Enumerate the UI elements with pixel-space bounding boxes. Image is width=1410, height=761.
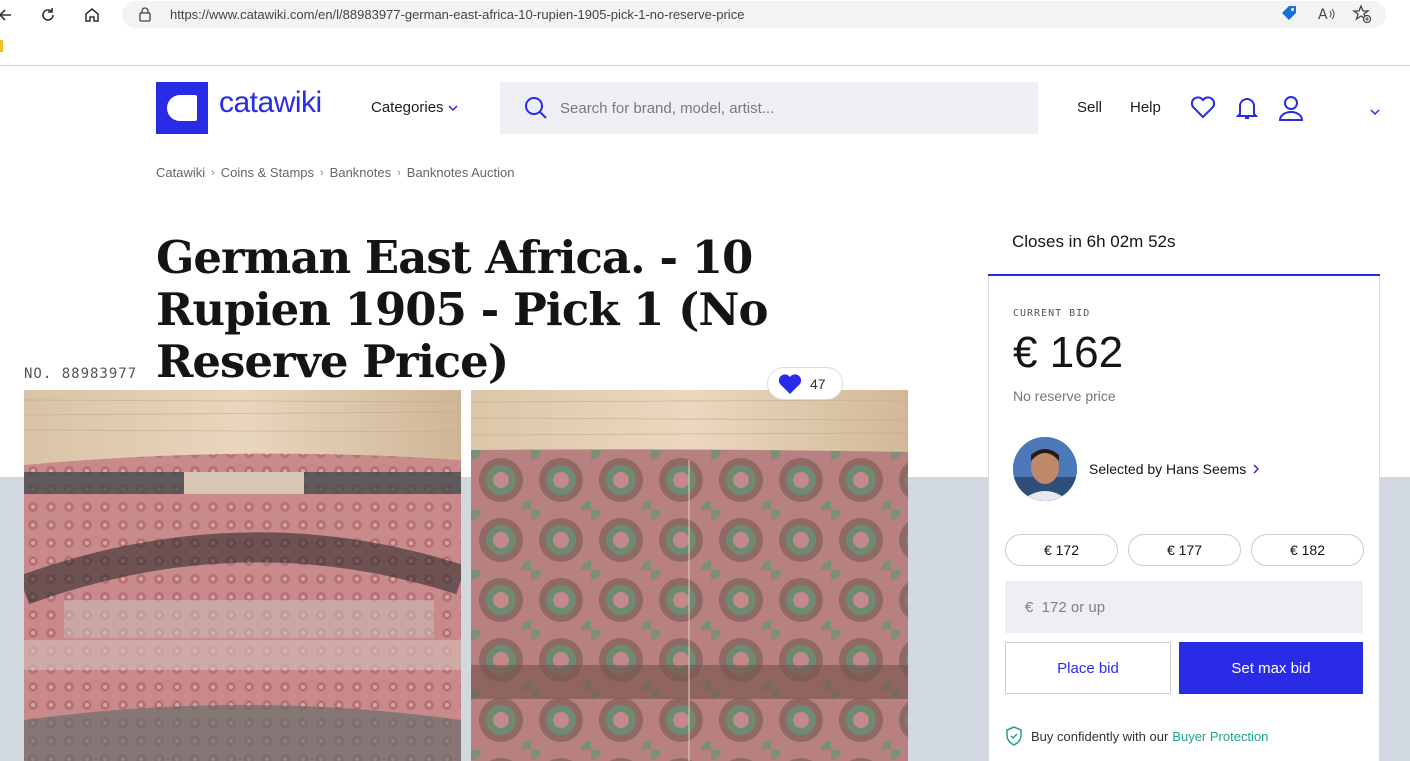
header-divider (0, 65, 1410, 66)
shopping-tag-icon[interactable] (1280, 4, 1298, 27)
protection-text: Buy confidently with our (1031, 728, 1169, 744)
home-icon[interactable] (81, 4, 103, 26)
search-bar[interactable] (500, 82, 1038, 134)
lot-number: NO. 88983977 (24, 366, 138, 382)
place-bid-button[interactable]: Place bid (1005, 642, 1171, 694)
info-bar (0, 38, 1287, 64)
reserve-text: No reserve price (1013, 388, 1116, 404)
favorites-star-icon[interactable] (1352, 4, 1372, 29)
breadcrumb-separator: › (211, 166, 215, 179)
banknote-front-image[interactable] (24, 390, 461, 761)
breadcrumb-item[interactable]: Coins & Stamps (221, 165, 314, 180)
bid-panel: CURRENT BID € 162 No reserve price Selec… (988, 276, 1380, 761)
user-icon[interactable] (1278, 95, 1304, 126)
shield-icon (1006, 726, 1022, 746)
bell-icon[interactable] (1235, 95, 1259, 126)
heart-filled-icon (778, 373, 802, 394)
closing-time-tab: Closes in 6h 02m 52s (988, 216, 1380, 276)
avatar[interactable] (1013, 437, 1077, 501)
lot-title: German East Africa. - 10 Rupien 1905 - P… (156, 231, 769, 388)
favorite-button[interactable]: 47 (767, 367, 843, 400)
bid-amount-input[interactable] (1005, 581, 1363, 633)
catawiki-logo-icon[interactable] (156, 82, 208, 134)
breadcrumb-item[interactable]: Banknotes Auction (407, 165, 515, 180)
favorite-count: 47 (810, 375, 826, 392)
breadcrumb-item[interactable]: Catawiki (156, 165, 205, 180)
chevron-right-icon (1253, 464, 1260, 474)
account-chevron-down-icon[interactable] (1370, 103, 1380, 121)
categories-label: Categories (371, 99, 444, 116)
categories-menu[interactable]: Categories (371, 99, 458, 116)
refresh-icon[interactable] (37, 4, 59, 26)
current-bid-label: CURRENT BID (1013, 308, 1091, 319)
logo-text[interactable]: catawiki (219, 86, 322, 120)
lock-icon (138, 6, 152, 27)
help-link[interactable]: Help (1130, 99, 1161, 116)
heart-icon[interactable] (1190, 95, 1216, 124)
buyer-protection: Buy confidently with our Buyer Protectio… (1005, 726, 1268, 746)
url-text[interactable]: https://www.catawiki.com/en/l/88983977-g… (170, 7, 744, 22)
breadcrumb-separator: › (320, 166, 324, 179)
breadcrumb: Catawiki › Coins & Stamps › Banknotes › … (156, 165, 514, 180)
banknote-back-image[interactable] (471, 390, 908, 761)
expert-text: Selected by Hans Seems (1089, 461, 1247, 477)
breadcrumb-item[interactable]: Banknotes (330, 165, 391, 180)
quick-bid-button[interactable]: € 177 (1128, 534, 1241, 566)
info-indicator (0, 40, 3, 52)
read-aloud-icon[interactable]: A (1318, 6, 1336, 27)
svg-text:A: A (1318, 7, 1328, 22)
quick-bid-button[interactable]: € 182 (1251, 534, 1364, 566)
search-input[interactable] (560, 98, 1000, 118)
search-icon[interactable] (524, 96, 548, 120)
chevron-down-icon (448, 104, 458, 111)
expert-link[interactable]: Selected by Hans Seems (1089, 461, 1260, 477)
closing-time-text: Closes in 6h 02m 52s (1012, 232, 1176, 251)
back-arrow-icon[interactable] (0, 4, 16, 26)
browser-toolbar: https://www.catawiki.com/en/l/88983977-g… (0, 0, 1410, 30)
current-bid-value: € 162 (1013, 328, 1124, 377)
sell-link[interactable]: Sell (1077, 99, 1102, 116)
buyer-protection-link[interactable]: Buyer Protection (1172, 729, 1268, 744)
quick-bid-button[interactable]: € 172 (1005, 534, 1118, 566)
breadcrumb-separator: › (397, 166, 401, 179)
set-max-bid-button[interactable]: Set max bid (1179, 642, 1363, 694)
